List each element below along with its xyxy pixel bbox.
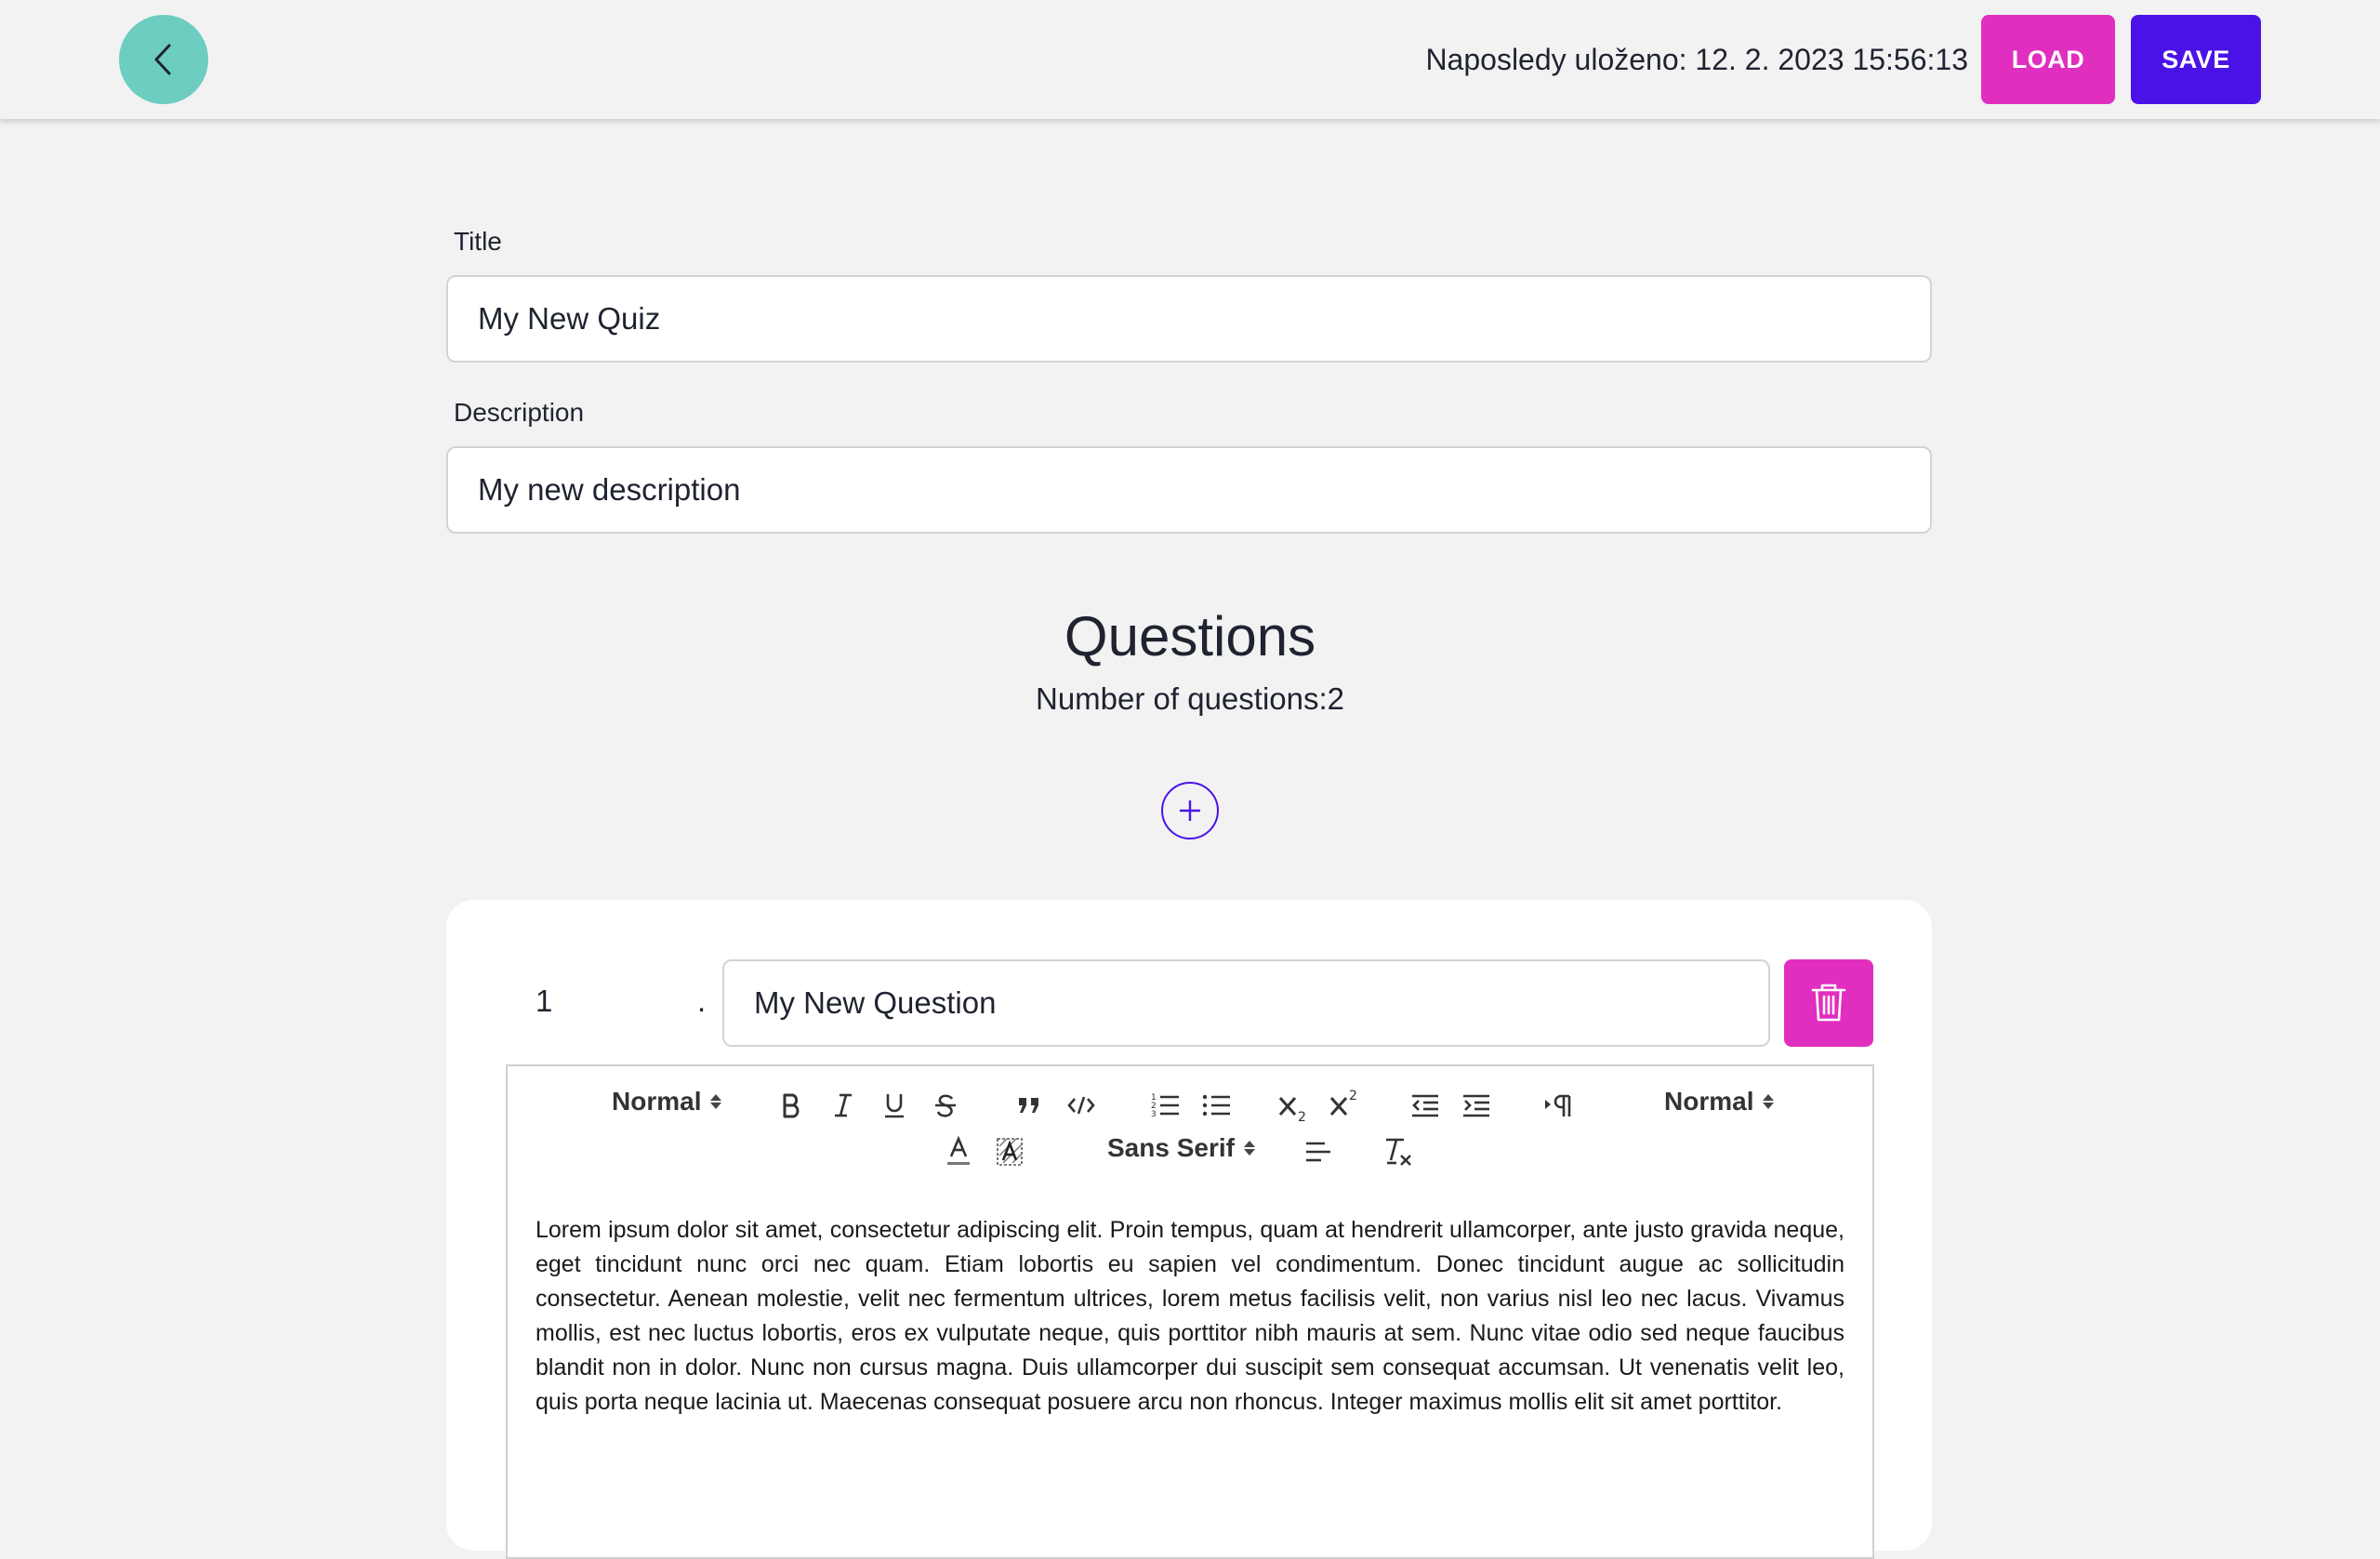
svg-text:3: 3: [1151, 1110, 1157, 1119]
header-picker[interactable]: Normal: [612, 1087, 722, 1116]
rtl-direction-icon[interactable]: [1542, 1090, 1574, 1120]
strike-icon[interactable]: [931, 1090, 960, 1120]
dropdown-arrows-icon: [710, 1094, 722, 1109]
editor-toolbar: Normal 123 2 2 Normal Sans Serif: [506, 1064, 1874, 1189]
question-body-text: Lorem ipsum dolor sit amet, consectetur …: [536, 1217, 1844, 1415]
last-saved-value: 12. 2. 2023 15:56:13: [1695, 42, 1968, 76]
question-number: 1: [536, 984, 553, 1018]
questions-count: Number of questions:2: [1035, 681, 1344, 716]
code-block-icon[interactable]: [1065, 1090, 1097, 1120]
save-button[interactable]: SAVE: [2131, 15, 2261, 104]
clean-format-icon[interactable]: [1382, 1135, 1414, 1169]
font-picker-label: Sans Serif: [1107, 1133, 1235, 1162]
title-input[interactable]: [446, 275, 1932, 363]
svg-text:2: 2: [1298, 1110, 1306, 1123]
description-label: Description: [454, 398, 585, 427]
trash-icon: [1811, 984, 1846, 1022]
back-button[interactable]: [119, 15, 208, 104]
bold-icon[interactable]: [777, 1090, 807, 1120]
add-question-button[interactable]: [1161, 782, 1219, 839]
question-number-separator: .: [697, 984, 707, 1018]
font-color-icon[interactable]: [944, 1135, 973, 1169]
subscript-icon[interactable]: 2: [1277, 1090, 1311, 1124]
questions-heading: Questions: [1064, 605, 1316, 667]
question-title-input[interactable]: [722, 959, 1770, 1047]
ordered-list-icon[interactable]: 123: [1149, 1090, 1181, 1120]
svg-text:2: 2: [1349, 1089, 1357, 1103]
underline-icon[interactable]: [879, 1090, 909, 1120]
chevron-left-icon: [154, 44, 171, 75]
last-saved-status: Naposledy uloženo: 12. 2. 2023 15:56:13: [1425, 0, 1968, 119]
title-label: Title: [454, 227, 502, 256]
delete-question-button[interactable]: [1784, 959, 1873, 1047]
superscript-icon[interactable]: 2: [1329, 1087, 1362, 1120]
load-button[interactable]: LOAD: [1981, 15, 2115, 104]
blockquote-icon[interactable]: [1014, 1090, 1044, 1120]
background-color-icon[interactable]: [995, 1135, 1025, 1169]
last-saved-label: Naposledy uloženo:: [1425, 42, 1687, 76]
indent-icon[interactable]: [1461, 1090, 1492, 1120]
align-left-icon[interactable]: [1302, 1137, 1334, 1167]
size-picker-label: Normal: [1664, 1087, 1754, 1116]
outdent-icon[interactable]: [1409, 1090, 1441, 1120]
question-body-editor[interactable]: Lorem ipsum dolor sit amet, consectetur …: [506, 1187, 1874, 1559]
top-bar: Naposledy uloženo: 12. 2. 2023 15:56:13 …: [0, 0, 2380, 119]
size-picker[interactable]: Normal: [1664, 1087, 1775, 1116]
font-picker[interactable]: Sans Serif: [1107, 1133, 1255, 1163]
header-picker-label: Normal: [612, 1087, 702, 1116]
dropdown-arrows-icon: [1763, 1094, 1775, 1109]
dropdown-arrows-icon: [1243, 1141, 1255, 1156]
plus-icon: [1180, 800, 1200, 821]
description-input[interactable]: [446, 446, 1932, 534]
bullet-list-icon[interactable]: [1200, 1090, 1232, 1120]
italic-icon[interactable]: [828, 1090, 858, 1120]
